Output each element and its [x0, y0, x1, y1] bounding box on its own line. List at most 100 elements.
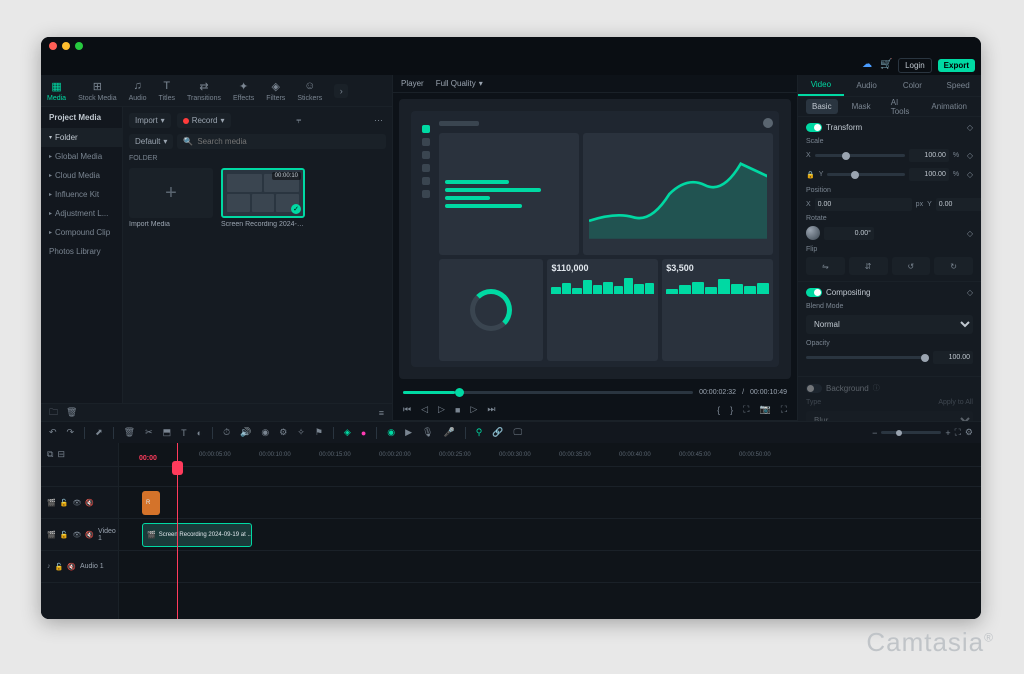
tab-effects[interactable]: ✦Effects — [233, 79, 254, 102]
filter-icon[interactable]: ⫧ — [296, 115, 308, 127]
speed-icon[interactable]: ⏱ — [223, 427, 230, 438]
timeline-tracks[interactable]: 00:00 00:00:05:00 00:00:10:00 00:00:15:0… — [119, 443, 981, 619]
layers-icon[interactable]: ⧉ — [47, 449, 53, 460]
tab-filters[interactable]: ◈Filters — [266, 79, 285, 102]
tab-audio[interactable]: ♫Audio — [129, 79, 147, 102]
mute-icon[interactable]: 🔇 — [85, 531, 94, 539]
zoom-in-icon[interactable]: + — [945, 428, 950, 438]
tab-more[interactable]: › — [334, 84, 348, 98]
sidebar-photos[interactable]: Photos Library — [41, 242, 122, 261]
sidebar-adjustment[interactable]: ▸Adjustment L... — [41, 204, 122, 223]
sidebar-folder[interactable]: ▾Folder — [41, 128, 122, 147]
opacity-input[interactable] — [933, 351, 973, 364]
compositing-toggle[interactable] — [806, 288, 822, 297]
scale-x-slider[interactable] — [815, 154, 905, 157]
folder-icon[interactable]: 🗀 — [49, 405, 58, 421]
rotate-input[interactable] — [824, 227, 874, 240]
time-ruler[interactable]: 00:00 00:00:05:00 00:00:10:00 00:00:15:0… — [119, 443, 981, 467]
stop-icon[interactable]: ■ — [455, 405, 460, 415]
rotate-ball[interactable] — [806, 226, 820, 240]
transform-toggle[interactable] — [806, 123, 822, 132]
keyframe-icon[interactable]: ◇ — [967, 288, 973, 297]
keyframe-icon[interactable]: ◇ — [967, 170, 973, 179]
pos-y-input[interactable] — [936, 198, 981, 211]
opacity-slider[interactable] — [806, 356, 929, 359]
render-icon[interactable]: ◉ — [387, 427, 395, 438]
bg-type-select[interactable]: Blur — [806, 411, 973, 421]
redo-icon[interactable]: ↷ — [67, 427, 75, 438]
color-tl-icon[interactable]: ◉ — [261, 427, 269, 438]
blend-select[interactable]: Normal — [806, 315, 973, 334]
eye-icon[interactable]: 👁 — [72, 531, 81, 539]
track-v1[interactable]: 🎬 Screen Recording 2024-09-19 at ... — [119, 519, 981, 551]
effects-tl-icon[interactable]: ✧ — [297, 427, 305, 438]
search-input[interactable] — [197, 137, 380, 146]
sidebar-compound[interactable]: ▸Compound Clip — [41, 223, 122, 242]
quality-dropdown[interactable]: Full Quality▾ — [430, 76, 489, 91]
keyframe-icon[interactable]: ◇ — [967, 123, 973, 132]
track-v2[interactable]: R — [119, 487, 981, 519]
bracket-left-icon[interactable]: { — [717, 405, 720, 415]
expand-icon[interactable]: ⛶ — [781, 404, 787, 415]
flip-v-icon[interactable]: ⇵ — [849, 257, 888, 275]
tab-stock[interactable]: ⊞Stock Media — [78, 79, 117, 102]
link-icon[interactable]: 🔗 — [492, 427, 503, 438]
rotate-cw-icon[interactable]: ↻ — [934, 257, 973, 275]
tab-transitions[interactable]: ⇄Transitions — [187, 79, 221, 102]
sidebar-global[interactable]: ▸Global Media — [41, 147, 122, 166]
sidebar-cloud[interactable]: ▸Cloud Media — [41, 166, 122, 185]
pos-x-input[interactable] — [815, 198, 912, 211]
rtab-video[interactable]: Video — [798, 75, 844, 96]
tab-media[interactable]: ▦Media — [47, 79, 66, 102]
magnet-icon[interactable]: ⚲ — [476, 427, 483, 438]
audio-tl-icon[interactable]: 🔊 — [240, 427, 251, 438]
keyframe-icon[interactable]: ◇ — [967, 151, 973, 160]
search-box[interactable]: 🔍 — [177, 134, 386, 149]
flip-h-icon[interactable]: ⇋ — [806, 257, 845, 275]
subtab-animation[interactable]: Animation — [925, 99, 973, 114]
close-dot[interactable] — [49, 42, 57, 50]
recording-thumb[interactable]: 00:00:10 ✓ Screen Recording 2024-09-... — [221, 168, 305, 228]
tab-titles[interactable]: TTitles — [159, 79, 175, 102]
sidebar-influence[interactable]: ▸Influence Kit — [41, 185, 122, 204]
play-tl-icon[interactable]: ▶ — [405, 427, 412, 438]
track-a1[interactable] — [119, 551, 981, 583]
zoom-slider[interactable] — [881, 431, 941, 434]
rotate-ccw-icon[interactable]: ↺ — [892, 257, 931, 275]
rtab-speed[interactable]: Speed — [935, 76, 981, 95]
background-toggle[interactable] — [806, 384, 822, 393]
subtab-ai[interactable]: AI Tools — [885, 95, 918, 119]
prev-icon[interactable]: ⏮ — [403, 404, 411, 415]
fwd-icon[interactable]: ▷ — [470, 404, 477, 415]
marker-icon[interactable]: ⚑ — [315, 427, 323, 438]
scale-x-input[interactable] — [909, 149, 949, 162]
clip-v1[interactable]: 🎬 Screen Recording 2024-09-19 at ... — [142, 523, 252, 547]
eye-icon[interactable]: 👁 — [72, 499, 81, 507]
scrub-knob[interactable] — [455, 388, 464, 397]
minimize-dot[interactable] — [62, 42, 70, 50]
mute-icon[interactable]: 🔇 — [85, 499, 94, 507]
preview[interactable]: $110,000 $3,500 — [399, 99, 791, 379]
lock-icon[interactable]: 🔒 — [806, 171, 815, 179]
collapse-icon[interactable]: ⊟ — [57, 449, 65, 460]
snapshot-icon[interactable]: 📷 — [759, 404, 770, 415]
apply-all[interactable]: Apply to All — [938, 399, 973, 406]
zoom-out-icon[interactable]: − — [872, 428, 877, 438]
scrub-track[interactable] — [403, 391, 693, 394]
rtab-color[interactable]: Color — [890, 76, 936, 95]
rtab-audio[interactable]: Audio — [844, 76, 890, 95]
zoom-dot[interactable] — [75, 42, 83, 50]
settings-tl-icon[interactable]: ⚙ — [965, 427, 973, 438]
cart-icon[interactable]: 🛒 — [880, 59, 892, 71]
mic-icon[interactable]: 🎤 — [443, 427, 454, 438]
voice-icon[interactable]: 🎙 — [422, 427, 433, 438]
playhead[interactable] — [177, 443, 178, 619]
info-icon[interactable]: ⓘ — [873, 383, 880, 393]
lock-icon[interactable]: 🔓 — [55, 563, 64, 571]
import-dropdown[interactable]: Import▾ — [129, 113, 171, 128]
keyframe-icon[interactable]: ◇ — [967, 229, 973, 238]
login-button[interactable]: Login — [898, 58, 932, 73]
lock-icon[interactable]: 🔓 — [60, 531, 69, 539]
import-thumb[interactable]: + Import Media — [129, 168, 213, 228]
monitor-icon[interactable]: 🖵 — [514, 427, 523, 438]
